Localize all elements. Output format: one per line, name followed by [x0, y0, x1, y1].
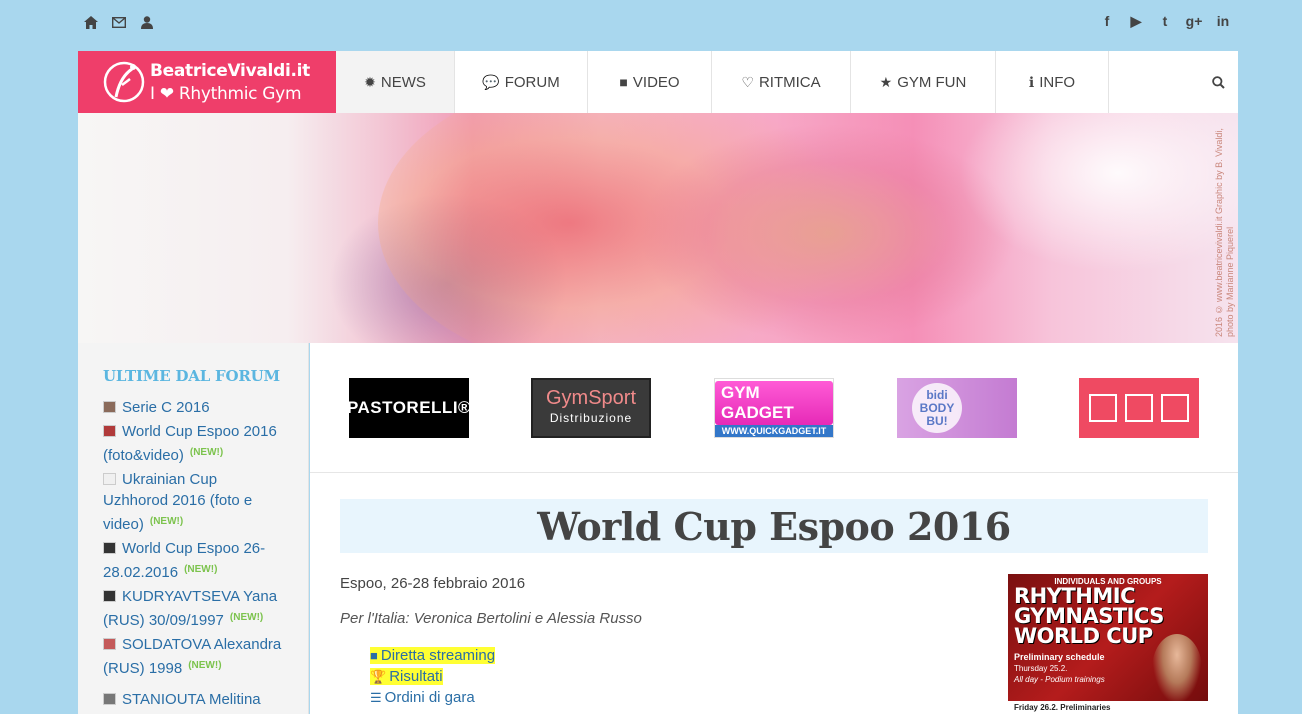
nav-video[interactable]: ■ VIDEO	[588, 51, 712, 113]
list-item[interactable]: World Cup Espoo 26-28.02.2016 (NEW!)	[103, 538, 284, 583]
thumbnail-icon	[103, 401, 116, 413]
cog-icon: ✹	[364, 73, 376, 90]
envelope-icon[interactable]	[112, 15, 126, 29]
comments-icon: 💬	[482, 73, 500, 90]
heart-outline-icon: ♡	[741, 73, 754, 90]
nav-news[interactable]: ✹ NEWS	[336, 51, 455, 113]
thumbnail-icon	[103, 590, 116, 602]
youtube-icon[interactable]: ▶	[1129, 13, 1143, 29]
logo-line-2: I ❤ Rhythmic Gym	[150, 84, 302, 104]
main-content: PASTORELLI® GymSport Distribuzione GYM GA…	[310, 343, 1238, 714]
new-badge: (NEW!)	[189, 447, 224, 458]
sponsor-pastorelli[interactable]: PASTORELLI®	[347, 378, 471, 438]
list-item[interactable]: World Cup Espoo 2016 (foto&video) (NEW!)	[103, 421, 284, 466]
pictogram-icon	[1089, 394, 1117, 422]
pictogram-icon	[1125, 394, 1153, 422]
forum-list: Serie C 2016 World Cup Espoo 2016 (foto&…	[103, 397, 284, 710]
info-icon: ℹ	[1028, 73, 1035, 90]
nav-gym-fun[interactable]: ★ GYM FUN	[851, 51, 996, 113]
thumbnail-icon	[103, 542, 116, 554]
gymnast-logo-icon	[103, 61, 145, 103]
nav-forum[interactable]: 💬 FORUM	[455, 51, 588, 113]
new-badge: (NEW!)	[188, 660, 222, 671]
linkedin-icon[interactable]: in	[1216, 13, 1230, 29]
site-logo[interactable]: BeatriceVivaldi.it I ❤ Rhythmic Gym	[78, 51, 336, 113]
banner-credit: 2016 © www.beatricevivaldi.it Graphic by…	[1214, 128, 1235, 337]
new-badge: (NEW!)	[149, 516, 184, 527]
list-item[interactable]: Serie C 2016	[103, 397, 284, 418]
sponsor-gym-gadget[interactable]: GYM GADGET WWW.QUICKGADGET.IT	[714, 378, 834, 438]
article-title-box: World Cup Espoo 2016	[340, 499, 1208, 553]
facebook-icon[interactable]: f	[1100, 13, 1114, 29]
trophy-icon: 🏆	[370, 669, 387, 684]
google-plus-icon[interactable]: g+	[1186, 13, 1203, 29]
new-badge: (NEW!)	[184, 564, 218, 575]
search-button[interactable]	[1198, 51, 1238, 113]
sponsor-gymsport[interactable]: GymSport Distribuzione	[531, 378, 651, 438]
top-icons	[84, 15, 154, 29]
heart-icon: ❤	[159, 84, 174, 104]
video-camera-icon: ■	[370, 648, 378, 663]
new-badge: (NEW!)	[229, 612, 264, 623]
main-nav: BeatriceVivaldi.it I ❤ Rhythmic Gym ✹ NEW…	[78, 51, 1238, 113]
sponsor-bidibodybu[interactable]: bidi BODY BU!	[897, 378, 1017, 438]
nav-ritmica[interactable]: ♡ RITMICA	[712, 51, 851, 113]
list-item[interactable]: STANIOUTA Melitina	[103, 689, 284, 710]
list-item[interactable]: Ukrainian Cup Uzhhorod 2016 (foto e vide…	[103, 469, 284, 535]
logo-line-1: BeatriceVivaldi.it	[150, 61, 310, 81]
sponsor-logo-red[interactable]	[1079, 378, 1199, 438]
list-item[interactable]: KUDRYAVTSEVA Yana (RUS) 30/09/1997 (NEW!)	[103, 586, 284, 631]
thumbnail-icon	[103, 693, 116, 705]
pictogram-icon	[1161, 394, 1189, 422]
top-bar: f ▶ t g+ in	[78, 0, 1238, 46]
page-title: World Cup Espoo 2016	[537, 503, 1011, 549]
sponsor-strip: PASTORELLI® GymSport Distribuzione GYM GA…	[310, 343, 1238, 473]
gymnast-image	[1152, 634, 1202, 704]
event-poster[interactable]: INDIVIDUALS AND GROUPS RHYTHMIC GYMNASTI…	[1008, 574, 1208, 714]
social-links: f ▶ t g+ in	[1100, 13, 1230, 30]
sidebar-title: ULTIME DAL FORUM	[103, 367, 280, 385]
search-icon	[1211, 75, 1225, 89]
home-icon[interactable]	[84, 15, 98, 29]
nav-info[interactable]: ℹ INFO	[996, 51, 1109, 113]
list-icon: ☰	[370, 690, 382, 705]
list-item[interactable]: SOLDATOVA Alexandra (RUS) 1998 (NEW!)	[103, 634, 284, 679]
user-icon[interactable]	[140, 15, 154, 29]
twitter-icon[interactable]: t	[1158, 13, 1172, 29]
star-icon: ★	[879, 73, 893, 90]
thumbnail-icon	[103, 425, 116, 437]
thumbnail-icon	[103, 473, 116, 485]
thumbnail-icon	[103, 638, 116, 650]
sidebar: ULTIME DAL FORUM Serie C 2016 World Cup …	[78, 343, 309, 714]
header-banner: 2016 © www.beatricevivaldi.it Graphic by…	[78, 113, 1238, 343]
video-camera-icon: ■	[619, 74, 628, 90]
